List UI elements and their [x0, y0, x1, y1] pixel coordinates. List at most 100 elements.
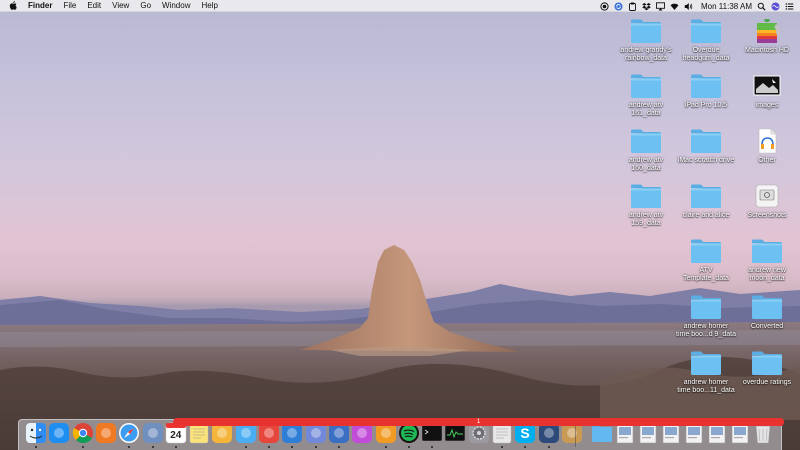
desktop-item[interactable]: andrew homer time boo...d 9_data — [673, 294, 739, 339]
finder-icon-graphic — [26, 423, 46, 443]
calendar-date: 24 — [170, 430, 182, 441]
apple-menu-icon[interactable] — [8, 0, 18, 11]
folder-icon — [691, 295, 721, 319]
clipboard-icon[interactable] — [628, 2, 637, 11]
desktop-item[interactable]: andrew homer time boo...11_data — [673, 350, 739, 395]
desktop-item-label: images — [755, 102, 779, 109]
running-indicator — [244, 446, 247, 448]
folder-icon — [752, 239, 782, 263]
desktop-item-label: Macintosh HD — [745, 47, 789, 54]
running-indicator — [384, 446, 387, 448]
preview-icon[interactable] — [142, 422, 164, 448]
running-indicator — [174, 446, 177, 448]
desktop-item-label: iMac scratch drive — [677, 157, 735, 164]
running-indicator — [501, 446, 503, 448]
menubar-clock[interactable]: Mon 11:38 AM — [701, 2, 752, 11]
desktop-item-label: andrew atv 161_data — [628, 102, 664, 117]
running-indicator — [407, 446, 410, 448]
folder-icon — [691, 239, 721, 263]
desktop-item-label: claire and alice — [682, 212, 730, 219]
mail-badge: 1 — [173, 418, 784, 426]
status-menu-area: Mon 11:38 AM — [595, 0, 794, 12]
desktop-item-label: iPad Pro 10.5 — [684, 102, 728, 109]
desktop-item[interactable]: Overdue headgum_data — [673, 18, 739, 63]
running-indicator — [151, 446, 154, 448]
running-indicator — [128, 446, 131, 448]
menu-view[interactable]: View — [112, 0, 129, 12]
desktop-item[interactable]: andrew atv 159_data — [613, 183, 679, 228]
running-indicator — [291, 446, 294, 448]
folder-icon — [691, 184, 721, 208]
dock-divider — [575, 423, 576, 447]
desktop-item[interactable]: andrew atv 161_data — [613, 73, 679, 118]
sync-icon[interactable] — [614, 2, 623, 11]
spotlight-icon[interactable] — [757, 2, 766, 11]
audio-doc-icon — [758, 128, 777, 154]
folder-icon — [691, 351, 721, 375]
safari-icon[interactable] — [118, 422, 140, 448]
menu-help[interactable]: Help — [201, 0, 217, 12]
menu-go[interactable]: Go — [140, 0, 151, 12]
desktop-item-label: andrew grandy's rainbow_data — [620, 47, 672, 62]
menu-edit[interactable]: Edit — [87, 0, 101, 12]
desktop-item[interactable]: iPad Pro 10.5 — [673, 73, 739, 110]
firefox-icon-graphic — [95, 423, 116, 443]
desktop-item-label: Screenshots — [747, 212, 787, 219]
running-indicator — [547, 446, 550, 448]
running-indicator — [35, 446, 37, 448]
menu-app-name[interactable]: Finder — [28, 0, 52, 12]
desktop-item-label: overdue ratings — [742, 379, 792, 386]
finder-icon[interactable] — [25, 422, 47, 448]
desktop-item[interactable]: ATV Template_data — [673, 238, 739, 283]
desktop-item-label: andrew atv 159_data — [628, 212, 664, 227]
desktop-item[interactable]: andrew new moon_data — [734, 238, 800, 283]
desktop-item-label: ATV Template_data — [683, 267, 729, 282]
desktop-item[interactable]: Macintosh HD — [734, 18, 800, 55]
hard-drive-icon — [757, 19, 781, 43]
running-indicator — [268, 446, 270, 448]
desktop-item[interactable]: Other — [734, 128, 800, 165]
desktop-item-label: Other — [758, 157, 776, 164]
running-indicator — [81, 446, 84, 448]
desktop-item[interactable]: Converted — [734, 294, 800, 331]
airplay-icon[interactable] — [656, 1, 665, 11]
dock: 24S 1 2 1 — [18, 418, 784, 450]
desktop-item-label: andrew homer time boo...d 9_data — [676, 323, 736, 338]
app-store-icon[interactable] — [48, 422, 70, 444]
running-indicator — [431, 446, 434, 448]
desktop-item[interactable]: andrew atv 160_data — [613, 128, 679, 173]
image-doc-icon — [753, 75, 781, 96]
menu-bar: Finder File Edit View Go Window Help Mon… — [0, 0, 800, 12]
siri-icon[interactable] — [771, 2, 780, 11]
desktop-item[interactable]: Screenshots — [734, 183, 800, 220]
chrome-icon[interactable] — [72, 422, 94, 448]
dropbox-icon[interactable] — [642, 2, 651, 11]
running-indicator — [337, 446, 340, 448]
folder-icon — [691, 19, 721, 43]
desktop-item[interactable]: claire and alice — [673, 183, 739, 220]
wifi-icon[interactable] — [670, 2, 679, 11]
desktop-item[interactable]: iMac scratch drive — [673, 128, 739, 165]
running-indicator — [314, 446, 317, 448]
desktop-item-label: andrew atv 160_data — [628, 157, 664, 172]
chrome-icon-graphic — [72, 423, 93, 444]
preview-icon-graphic — [142, 423, 163, 443]
folder-icon — [631, 74, 661, 98]
notification-center-icon[interactable] — [785, 2, 794, 11]
menu-file[interactable]: File — [63, 0, 76, 12]
folder-icon — [752, 351, 782, 375]
desktop-item[interactable]: images — [734, 73, 800, 110]
folder-icon — [631, 129, 661, 153]
desktop-item-label: andrew new moon_data — [748, 267, 786, 282]
firefox-icon[interactable] — [95, 422, 117, 444]
menu-window[interactable]: Window — [162, 0, 190, 12]
desktop-item[interactable]: overdue ratings — [734, 350, 800, 387]
record-icon[interactable] — [600, 1, 609, 11]
folder-icon — [631, 184, 661, 208]
desktop-item-label: Overdue headgum_data — [682, 47, 730, 62]
folder-icon — [631, 19, 661, 43]
desktop-item[interactable]: andrew grandy's rainbow_data — [613, 18, 679, 63]
volume-icon[interactable] — [684, 2, 693, 11]
folder-icon — [752, 295, 782, 319]
screenshots-doc-icon — [755, 184, 779, 208]
